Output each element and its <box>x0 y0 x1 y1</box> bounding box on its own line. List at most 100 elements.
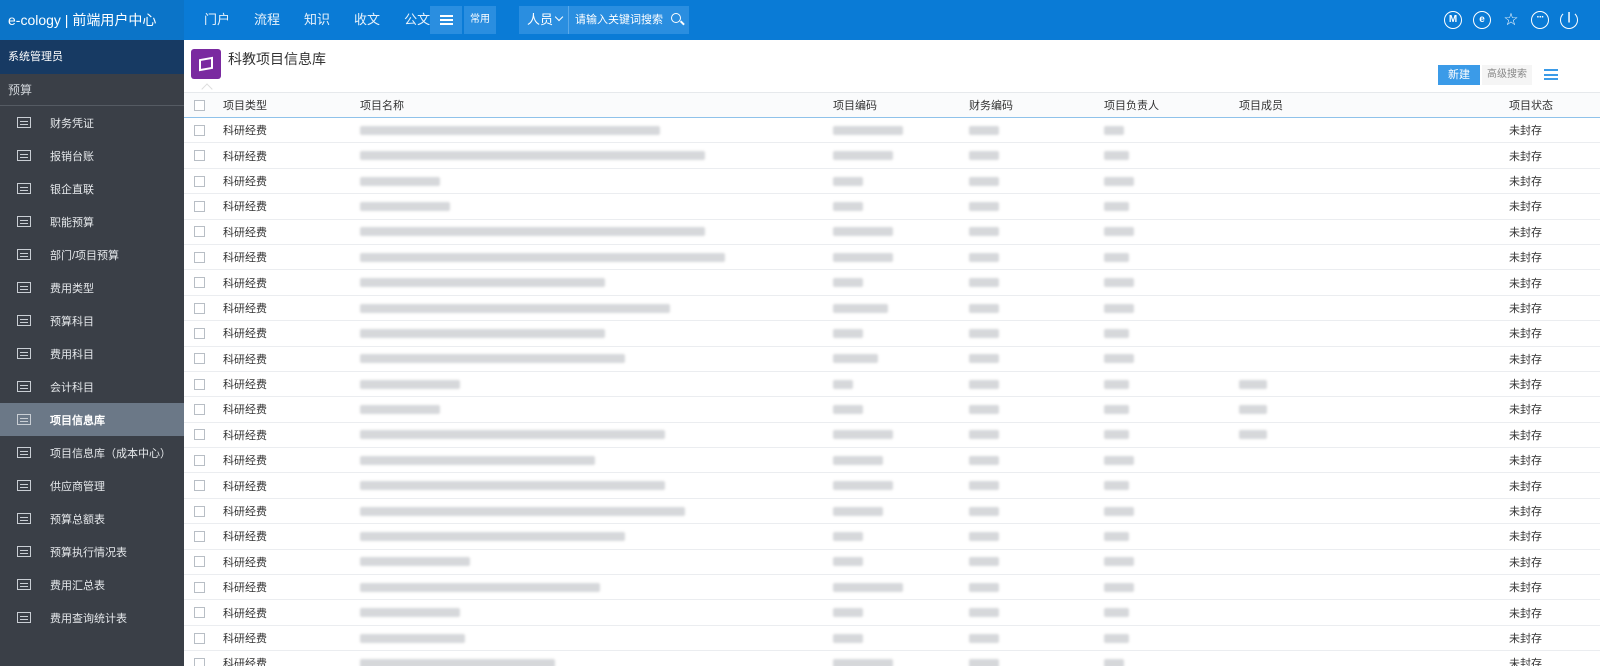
row-checkbox[interactable] <box>194 556 205 568</box>
sidebar-item[interactable]: 银企直联 <box>0 172 184 205</box>
select-all-checkbox[interactable] <box>184 92 223 118</box>
list-view-icon[interactable] <box>1544 69 1558 80</box>
column-header-name[interactable]: 项目名称 <box>360 92 833 118</box>
table-row[interactable]: 科研经费 未封存 <box>184 650 1600 666</box>
advanced-search-button[interactable]: 高级搜索 <box>1482 65 1532 85</box>
row-checkbox[interactable] <box>194 353 205 365</box>
row-checkbox[interactable] <box>194 480 205 492</box>
table-row[interactable]: 科研经费 未封存 <box>184 269 1600 296</box>
column-header-leader[interactable]: 项目负责人 <box>1104 92 1239 118</box>
star-icon[interactable]: ☆ <box>1502 11 1520 29</box>
menu-button[interactable] <box>430 6 462 34</box>
sidebar-item[interactable]: 预算执行情况表 <box>0 535 184 568</box>
sidebar-item[interactable]: 费用类型 <box>0 271 184 304</box>
table-row[interactable]: 科研经费 未封存 <box>184 244 1600 271</box>
row-checkbox-cell[interactable] <box>184 498 223 525</box>
row-checkbox[interactable] <box>194 657 205 666</box>
row-checkbox-cell[interactable] <box>184 320 223 347</box>
row-checkbox-cell[interactable] <box>184 142 223 169</box>
table-row[interactable]: 科研经费 未封存 <box>184 371 1600 398</box>
row-checkbox[interactable] <box>194 632 205 644</box>
table-row[interactable]: 科研经费 未封存 <box>184 142 1600 169</box>
sidebar-item[interactable]: 部门/项目预算 <box>0 238 184 271</box>
row-checkbox[interactable] <box>194 531 205 543</box>
table-row[interactable]: 科研经费 未封存 <box>184 498 1600 525</box>
sidebar-item[interactable]: 费用科目 <box>0 337 184 370</box>
sidebar-item[interactable]: 预算总额表 <box>0 502 184 535</box>
current-user[interactable]: 系统管理员 <box>0 40 184 74</box>
row-checkbox-cell[interactable] <box>184 193 223 220</box>
new-button[interactable]: 新建 <box>1438 65 1480 85</box>
sidebar-item[interactable]: 项目信息库 <box>0 403 184 436</box>
row-checkbox[interactable] <box>194 200 205 212</box>
table-row[interactable]: 科研经费 未封存 <box>184 523 1600 550</box>
app-brand[interactable]: e-cology | 前端用户中心 <box>0 0 184 40</box>
table-row[interactable]: 科研经费 未封存 <box>184 625 1600 652</box>
common-button[interactable]: 常用 <box>464 6 496 34</box>
sidebar-item[interactable]: 供应商管理 <box>0 469 184 502</box>
row-checkbox[interactable] <box>194 505 205 517</box>
row-checkbox-cell[interactable] <box>184 599 223 626</box>
row-checkbox-cell[interactable] <box>184 472 223 499</box>
sidebar-item[interactable]: 财务凭证 <box>0 106 184 139</box>
table-row[interactable]: 科研经费 未封存 <box>184 193 1600 220</box>
sidebar-item[interactable]: 报销台账 <box>0 139 184 172</box>
sidebar-item[interactable]: 项目信息库（成本中心） <box>0 436 184 469</box>
row-checkbox-cell[interactable] <box>184 346 223 372</box>
row-checkbox-cell[interactable] <box>184 447 223 474</box>
row-checkbox[interactable] <box>194 175 205 187</box>
column-header-members[interactable]: 项目成员 <box>1239 92 1509 118</box>
row-checkbox-cell[interactable] <box>184 117 223 144</box>
nav-portal[interactable]: 门户 <box>192 0 242 40</box>
table-row[interactable]: 科研经费 未封存 <box>184 219 1600 245</box>
sidebar-item[interactable]: 费用汇总表 <box>0 568 184 601</box>
search-input[interactable] <box>568 6 665 34</box>
sidebar-item[interactable]: 会计科目 <box>0 370 184 403</box>
table-row[interactable]: 科研经费 未封存 <box>184 320 1600 347</box>
table-row[interactable]: 科研经费 未封存 <box>184 472 1600 499</box>
row-checkbox-cell[interactable] <box>184 396 223 423</box>
row-checkbox-cell[interactable] <box>184 574 223 601</box>
row-checkbox[interactable] <box>194 277 205 289</box>
search-button[interactable] <box>665 6 689 34</box>
row-checkbox-cell[interactable] <box>184 219 223 245</box>
table-row[interactable]: 科研经费 未封存 <box>184 422 1600 449</box>
power-icon[interactable]: | <box>1560 11 1578 29</box>
column-header-status[interactable]: 项目状态 <box>1509 92 1600 118</box>
row-checkbox-cell[interactable] <box>184 650 223 666</box>
e-icon[interactable]: e <box>1473 11 1491 29</box>
column-header-code[interactable]: 项目编码 <box>833 92 969 118</box>
nav-workflow[interactable]: 流程 <box>242 0 292 40</box>
row-checkbox[interactable] <box>194 327 205 339</box>
row-checkbox[interactable] <box>194 429 205 441</box>
table-row[interactable]: 科研经费 未封存 <box>184 599 1600 626</box>
table-row[interactable]: 科研经费 未封存 <box>184 117 1600 144</box>
search-type-select[interactable]: 人员 <box>519 6 568 34</box>
row-checkbox[interactable] <box>194 302 205 314</box>
column-header-finance-code[interactable]: 财务编码 <box>969 92 1104 118</box>
row-checkbox[interactable] <box>194 581 205 593</box>
table-row[interactable]: 科研经费 未封存 <box>184 295 1600 322</box>
row-checkbox[interactable] <box>194 607 205 619</box>
table-row[interactable]: 科研经费 未封存 <box>184 549 1600 576</box>
row-checkbox[interactable] <box>194 226 205 238</box>
row-checkbox-cell[interactable] <box>184 625 223 652</box>
row-checkbox-cell[interactable] <box>184 371 223 398</box>
row-checkbox-cell[interactable] <box>184 244 223 271</box>
table-row[interactable]: 科研经费 未封存 <box>184 574 1600 601</box>
column-header-type[interactable]: 项目类型 <box>223 92 360 118</box>
table-row[interactable]: 科研经费 未封存 <box>184 346 1600 372</box>
table-row[interactable]: 科研经费 未封存 <box>184 396 1600 423</box>
row-checkbox[interactable] <box>194 404 205 416</box>
more-icon[interactable]: ··· <box>1531 11 1549 29</box>
sidebar-section-title[interactable]: 预算 <box>0 74 184 106</box>
row-checkbox-cell[interactable] <box>184 523 223 550</box>
sidebar-item[interactable]: 职能预算 <box>0 205 184 238</box>
nav-incoming-docs[interactable]: 收文 <box>342 0 392 40</box>
table-row[interactable]: 科研经费 未封存 <box>184 168 1600 195</box>
sidebar-item[interactable]: 预算科目 <box>0 304 184 337</box>
row-checkbox-cell[interactable] <box>184 295 223 322</box>
row-checkbox-cell[interactable] <box>184 549 223 576</box>
row-checkbox[interactable] <box>194 378 205 390</box>
nav-knowledge[interactable]: 知识 <box>292 0 342 40</box>
